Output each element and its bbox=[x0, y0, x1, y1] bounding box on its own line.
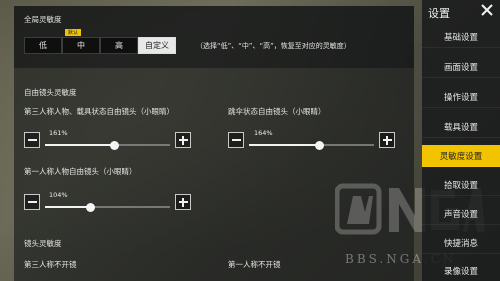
plus-button[interactable] bbox=[379, 132, 395, 148]
sidebar-title: 设置 bbox=[428, 7, 450, 20]
close-icon[interactable] bbox=[479, 2, 495, 18]
preset-custom-button[interactable]: 自定义 bbox=[138, 37, 176, 54]
slider-track-parachute-freecam[interactable] bbox=[249, 140, 374, 150]
sidebar-item-basic[interactable]: 基础设置 bbox=[422, 26, 500, 48]
slider-value-fpp-freecam: 104% bbox=[49, 191, 68, 199]
global-sensitivity-title: 全局灵敏度 bbox=[24, 15, 62, 24]
slider-fill bbox=[45, 206, 91, 208]
tpp-no-scope-label: 第三人称不开镜 bbox=[24, 260, 77, 269]
plus-button[interactable] bbox=[175, 132, 191, 148]
sidebar-item-vehicle[interactable]: 载具设置 bbox=[422, 116, 500, 138]
minus-button[interactable] bbox=[24, 132, 40, 148]
slider-label-tpp-freecam: 第三人称人物、载具状态自由镜头（小眼睛） bbox=[24, 107, 174, 116]
slider-fill bbox=[45, 144, 115, 146]
minus-icon bbox=[27, 139, 37, 141]
slider-label-parachute-freecam: 跳伞状态自由镜头（小眼睛） bbox=[228, 107, 326, 116]
minus-button[interactable] bbox=[24, 194, 40, 210]
camera-sensitivity-title: 镜头灵敏度 bbox=[24, 239, 62, 248]
plus-button[interactable] bbox=[175, 194, 191, 210]
minus-icon bbox=[27, 201, 37, 203]
sidebar-item-sensitivity[interactable]: 灵敏度设置 bbox=[422, 145, 500, 167]
sidebar-item-quick-chat[interactable]: 快捷消息 bbox=[422, 232, 500, 254]
sidebar-item-graphics[interactable]: 画面设置 bbox=[422, 56, 500, 78]
minus-icon bbox=[231, 139, 241, 141]
slider-fill bbox=[249, 144, 320, 146]
slider-knob[interactable] bbox=[86, 202, 96, 212]
slider-value-parachute-freecam: 164% bbox=[254, 129, 273, 137]
sidebar-item-controls[interactable]: 操作设置 bbox=[422, 86, 500, 108]
minus-button[interactable] bbox=[228, 132, 244, 148]
slider-knob[interactable] bbox=[315, 140, 325, 150]
freecam-title: 自由镜头灵敏度 bbox=[24, 88, 77, 97]
slider-label-fpp-freecam: 第一人称人物自由镜头（小眼睛） bbox=[24, 167, 137, 176]
slider-track-fpp-freecam[interactable] bbox=[45, 202, 170, 212]
preset-low-button[interactable]: 低 bbox=[24, 37, 62, 54]
preset-hint: （选择“低”、“中”、“高”，恢复至对应的灵敏度） bbox=[196, 42, 351, 50]
slider-track-tpp-freecam[interactable] bbox=[45, 140, 170, 150]
slider-value-tpp-freecam: 161% bbox=[49, 129, 68, 137]
preset-high-button[interactable]: 高 bbox=[100, 37, 138, 54]
sidebar-item-pickup[interactable]: 拾取设置 bbox=[422, 174, 500, 196]
default-badge: 默认 bbox=[65, 29, 81, 36]
sidebar-item-audio[interactable]: 声音设置 bbox=[422, 203, 500, 225]
sidebar-item-replay[interactable]: 录像设置 bbox=[422, 260, 500, 281]
slider-knob[interactable] bbox=[110, 140, 120, 150]
preset-medium-button[interactable]: 中 bbox=[62, 37, 100, 54]
fpp-no-scope-label: 第一人称不开镜 bbox=[228, 260, 281, 269]
sensitivity-preset-group: 低 中 高 自定义 bbox=[24, 37, 176, 54]
